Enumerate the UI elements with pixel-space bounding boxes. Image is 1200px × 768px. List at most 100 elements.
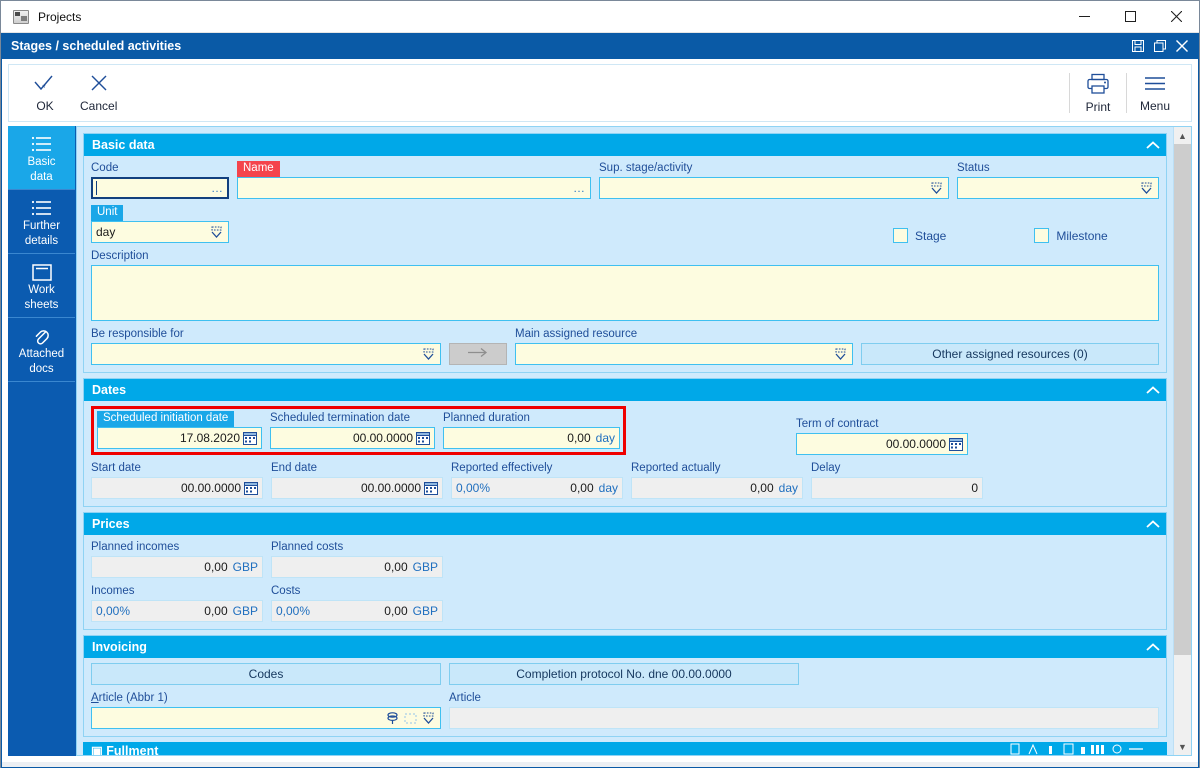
code-input[interactable]: …	[91, 177, 229, 199]
be-responsible-for-combobox[interactable]	[91, 343, 441, 365]
article-input[interactable]	[449, 707, 1159, 729]
sidebar-item-basic-data[interactable]: Basic data	[8, 126, 75, 190]
dates-row-1: Scheduled initiation date 17.08.2020 Sch…	[91, 406, 1159, 455]
field-label-sup-stage: Sup. stage/activity	[599, 162, 693, 174]
inner-window: Stages / scheduled activities * OK Cance…	[1, 33, 1199, 768]
reported-actually-unit: day	[778, 481, 798, 495]
invoicing-row-article: Article (Abbr 1) Article	[91, 691, 1159, 729]
description-textarea[interactable]	[91, 265, 1159, 321]
browse-ellipsis-icon[interactable]: …	[569, 181, 586, 195]
term-of-contract-input[interactable]: 00.00.0000	[796, 433, 968, 455]
accelerator-letter: A	[91, 692, 99, 704]
article-abbr-input[interactable]	[91, 707, 441, 729]
planned-duration-input[interactable]: 0,00 day	[443, 427, 620, 449]
planned-incomes-input[interactable]: 0,00 GBP	[91, 556, 263, 578]
status-combobox[interactable]	[957, 177, 1159, 199]
main-assigned-resource-combobox[interactable]	[515, 343, 853, 365]
prices-row-1: Planned incomes 0,00 GBP Planned costs 0…	[91, 540, 1159, 578]
calendar-icon[interactable]	[424, 481, 438, 495]
incomes-input[interactable]: 0,00% 0,00 GBP	[91, 600, 263, 622]
vertical-scrollbar[interactable]: ▲ ▼	[1173, 127, 1191, 755]
article-lookup-icon[interactable]	[385, 711, 400, 726]
maximize-button[interactable]	[1107, 1, 1153, 33]
field-scheduled-initiation-date: Scheduled initiation date 17.08.2020	[97, 411, 262, 449]
costs-input[interactable]: 0,00% 0,00 GBP	[271, 600, 443, 622]
section-body-prices: Planned incomes 0,00 GBP Planned costs 0…	[84, 535, 1166, 629]
delay-input[interactable]: 0	[811, 477, 983, 499]
start-date-input[interactable]: 00.00.0000	[91, 477, 263, 499]
checkbox-milestone[interactable]: Milestone	[1034, 228, 1108, 243]
field-label-scheduled-initiation-date: Scheduled initiation date	[97, 411, 235, 427]
reported-actually-value: 0,00	[750, 481, 774, 495]
restore-icon[interactable]	[1150, 36, 1170, 56]
chevron-up-icon[interactable]	[1140, 636, 1166, 658]
calendar-icon[interactable]	[416, 431, 430, 445]
cancel-button[interactable]: Cancel	[71, 65, 126, 121]
calendar-icon[interactable]	[949, 437, 963, 451]
chevron-down-icon[interactable]	[1139, 181, 1154, 196]
scheduled-initiation-date-input[interactable]: 17.08.2020	[97, 427, 262, 449]
ok-button[interactable]: * OK	[19, 65, 71, 121]
chevron-down-icon[interactable]	[421, 347, 436, 362]
codes-button[interactable]: Codes	[91, 663, 441, 685]
calendar-icon[interactable]	[243, 431, 257, 445]
field-label-be-responsible-for: Be responsible for	[91, 328, 184, 340]
checkbox-stage[interactable]: Stage	[893, 228, 946, 243]
other-assigned-resources-button[interactable]: Other assigned resources (0)	[861, 343, 1159, 365]
list-icon	[31, 198, 53, 218]
calendar-icon[interactable]	[244, 481, 258, 495]
chevron-down-icon[interactable]	[833, 347, 848, 362]
field-costs: Costs 0,00% 0,00 GBP	[271, 584, 443, 622]
command-toolbar: * OK Cancel Print Menu	[8, 64, 1192, 122]
select-region-icon[interactable]	[403, 711, 418, 726]
stage-checkbox-box[interactable]	[893, 228, 908, 243]
menu-button[interactable]: Menu	[1129, 65, 1181, 121]
minimize-button[interactable]	[1061, 1, 1107, 33]
field-label-main-assigned-resource: Main assigned resource	[515, 328, 638, 340]
field-end-date: End date 00.00.0000	[271, 461, 443, 499]
close-icon[interactable]	[1172, 36, 1192, 56]
menu-button-label: Menu	[1139, 98, 1171, 113]
ok-check-icon: *	[33, 74, 57, 96]
field-label-name: Name	[237, 161, 280, 177]
chevron-up-icon[interactable]	[1140, 379, 1166, 401]
browse-ellipsis-icon[interactable]: …	[207, 181, 224, 195]
field-unit: Unit day	[91, 205, 229, 243]
scroll-up-arrow-icon[interactable]: ▲	[1174, 127, 1191, 144]
sidebar-item-attached-docs[interactable]: Attached docs	[8, 318, 75, 382]
scrollbar-track[interactable]	[1174, 144, 1191, 738]
chevron-up-icon[interactable]	[1140, 134, 1166, 156]
field-sup-stage-activity: Sup. stage/activity	[599, 161, 949, 199]
unit-combobox[interactable]: day	[91, 221, 229, 243]
sidebar-item-further-details[interactable]: Further details	[8, 190, 75, 254]
section-header-basic-data: Basic data	[84, 134, 1166, 156]
planned-costs-input[interactable]: 0,00 GBP	[271, 556, 443, 578]
chevron-down-icon[interactable]	[209, 225, 224, 240]
basic-row-2: Unit day Stage Milestone	[91, 205, 1159, 243]
section-title: Invoicing	[92, 640, 147, 654]
field-label-planned-costs: Planned costs	[271, 541, 344, 553]
print-button-label: Print	[1085, 99, 1111, 114]
status-bar	[2, 762, 1198, 767]
reported-effectively-input[interactable]: 0,00% 0,00 day	[451, 477, 623, 499]
save-icon[interactable]	[1128, 36, 1148, 56]
scheduled-termination-date-input[interactable]: 00.00.0000	[270, 427, 435, 449]
completion-protocol-button[interactable]: Completion protocol No. dne 00.00.0000	[449, 663, 799, 685]
close-button[interactable]	[1153, 1, 1199, 33]
print-button[interactable]: Print	[1072, 65, 1124, 121]
field-start-date: Start date 00.00.0000	[91, 461, 263, 499]
reported-actually-input[interactable]: 0,00 day	[631, 477, 803, 499]
chevron-down-icon[interactable]	[421, 711, 436, 726]
field-delay: Delay 0	[811, 461, 983, 499]
milestone-checkbox-box[interactable]	[1034, 228, 1050, 243]
scroll-down-arrow-icon[interactable]: ▼	[1174, 738, 1191, 755]
end-date-input[interactable]: 00.00.0000	[271, 477, 443, 499]
sup-stage-combobox[interactable]	[599, 177, 949, 199]
transfer-arrow-button[interactable]	[449, 343, 507, 365]
chevron-up-icon[interactable]	[1140, 513, 1166, 535]
scrollbar-thumb[interactable]	[1174, 144, 1191, 655]
chevron-down-icon[interactable]	[929, 181, 944, 196]
name-input[interactable]: …	[237, 177, 591, 199]
section-header-invoicing: Invoicing	[84, 636, 1166, 658]
sidebar-item-work-sheets[interactable]: Work sheets	[8, 254, 75, 318]
